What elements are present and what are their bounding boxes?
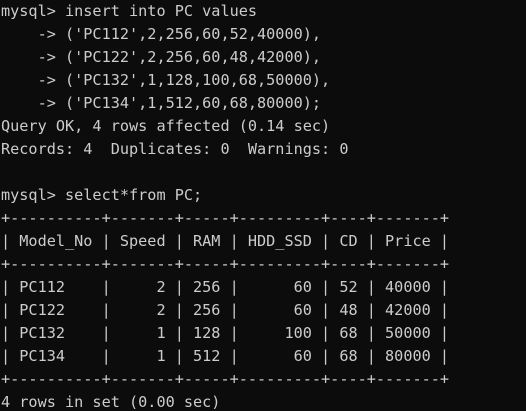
select-command-line: mysql> select*from PC;: [1, 186, 203, 204]
table-border-header: +----------+-------+-----+---------+----…: [1, 255, 450, 273]
table-row: | PC134 | 1 | 512 | 60 | 68 | 80000 |: [1, 347, 450, 365]
records-summary-line: Records: 4 Duplicates: 0 Warnings: 0: [1, 140, 349, 158]
table-border-top: +----------+-------+-----+---------+----…: [1, 209, 450, 227]
table-row: | PC132 | 1 | 128 | 100 | 68 | 50000 |: [1, 324, 450, 342]
insert-continuation-line: -> ('PC122',2,256,60,48,42000),: [1, 48, 322, 66]
table-border-bottom: +----------+-------+-----+---------+----…: [1, 370, 450, 388]
table-header-row: | Model_No | Speed | RAM | HDD_SSD | CD …: [1, 232, 450, 250]
insert-continuation-line: -> ('PC134',1,512,60,68,80000);: [1, 94, 322, 112]
insert-continuation-line: -> ('PC132',1,128,100,68,50000),: [1, 71, 331, 89]
table-row: | PC112 | 2 | 256 | 60 | 52 | 40000 |: [1, 278, 450, 296]
table-row: | PC122 | 2 | 256 | 60 | 48 | 42000 |: [1, 301, 450, 319]
insert-command-line: mysql> insert into PC values: [1, 2, 258, 20]
query-result-line: Query OK, 4 rows affected (0.14 sec): [1, 117, 331, 135]
terminal-window[interactable]: mysql> insert into PC values -> ('PC112'…: [0, 0, 526, 411]
rows-in-set-line: 4 rows in set (0.00 sec): [1, 393, 221, 411]
insert-continuation-line: -> ('PC112',2,256,60,52,40000),: [1, 25, 322, 43]
